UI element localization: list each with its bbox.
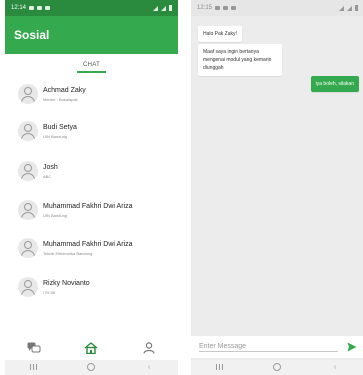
tab-chat[interactable]: CHAT [76, 62, 107, 73]
send-icon[interactable] [346, 341, 358, 353]
chat-screen: 12:15 Halo Pak Zaky! Maaf saya ingin ber… [191, 0, 363, 375]
home-button-icon[interactable] [81, 362, 101, 373]
notification-icon [215, 6, 221, 10]
notification-icon [223, 6, 229, 10]
app-bar: Sosial [5, 16, 178, 54]
tab-bar: CHAT [5, 54, 178, 76]
battery-icon [169, 5, 172, 11]
system-navigation-bar: ‹ [5, 360, 178, 375]
notification-icon [37, 6, 43, 10]
contact-subtitle: ITH 88 [43, 290, 56, 295]
wifi-icon [161, 5, 166, 11]
battery-icon [355, 5, 358, 11]
home-icon[interactable] [81, 339, 101, 357]
status-time: 12:14 [11, 5, 27, 11]
contact-name: Rizky Novianto [43, 280, 90, 287]
contact-name: Muhammad Fakhri Dwi Ariza [43, 241, 133, 248]
contact-subtitle: ABC [43, 174, 52, 179]
app-title: Sosial [14, 28, 50, 42]
recent-apps-icon[interactable] [24, 363, 44, 372]
message-bubble-sent: iya boleh, silakan [310, 76, 359, 92]
wifi-icon [347, 5, 352, 11]
contacts-screen: 12:14 Sosial CHAT Achmad Zaky Mentor · B… [5, 0, 178, 375]
recent-apps-icon[interactable] [210, 363, 230, 372]
profile-icon[interactable] [139, 339, 159, 357]
contact-subtitle: UIN Bandung [43, 213, 68, 218]
contact-subtitle: Mentor · Bukalapak [43, 97, 78, 102]
avatar-icon [18, 200, 38, 220]
contact-item[interactable]: Budi Setya UIN Bandung [5, 117, 178, 151]
contact-name: Muhammad Fakhri Dwi Ariza [43, 203, 133, 210]
contact-name: Josh [43, 164, 58, 171]
avatar-icon [18, 277, 38, 297]
contact-item[interactable]: Rizky Novianto ITH 88 [5, 273, 178, 307]
message-bubble-received: Halo Pak Zaky! [198, 26, 242, 42]
home-button-icon[interactable] [267, 362, 287, 373]
signal-icon [153, 5, 158, 11]
status-bar: 12:14 [5, 0, 178, 16]
contact-item[interactable]: Achmad Zaky Mentor · Bukalapak [5, 80, 178, 114]
chat-bubbles-icon[interactable] [24, 339, 44, 357]
contact-name: Achmad Zaky [43, 87, 86, 94]
avatar-icon [18, 238, 38, 258]
contact-subtitle: Teknik Elektronika Bandung [43, 251, 93, 256]
signal-icon [339, 5, 344, 11]
contact-name: Budi Setya [43, 124, 77, 131]
contact-item[interactable]: Muhammad Fakhri Dwi Ariza UIN Bandung [5, 196, 178, 230]
message-bubble-received: Maaf saya ingin bertanya mengenai modul … [198, 44, 282, 76]
status-time: 12:15 [197, 5, 213, 11]
notification-icon [45, 6, 51, 10]
contact-item[interactable]: Muhammad Fakhri Dwi Ariza Teknik Elektro… [5, 234, 178, 268]
notification-icon [231, 6, 237, 10]
system-navigation-bar: ‹ [191, 360, 363, 375]
back-icon[interactable]: ‹ [325, 364, 345, 371]
avatar-icon [18, 84, 38, 104]
avatar-icon [18, 121, 38, 141]
contact-item[interactable]: Josh ABC [5, 157, 178, 191]
message-composer [191, 336, 363, 358]
back-icon[interactable]: ‹ [139, 364, 159, 371]
notification-icon [29, 6, 35, 10]
message-input[interactable] [199, 342, 338, 352]
contact-subtitle: UIN Bandung [43, 134, 68, 139]
status-bar: 12:15 [191, 0, 363, 16]
avatar-icon [18, 161, 38, 181]
bottom-navigation [5, 336, 178, 360]
